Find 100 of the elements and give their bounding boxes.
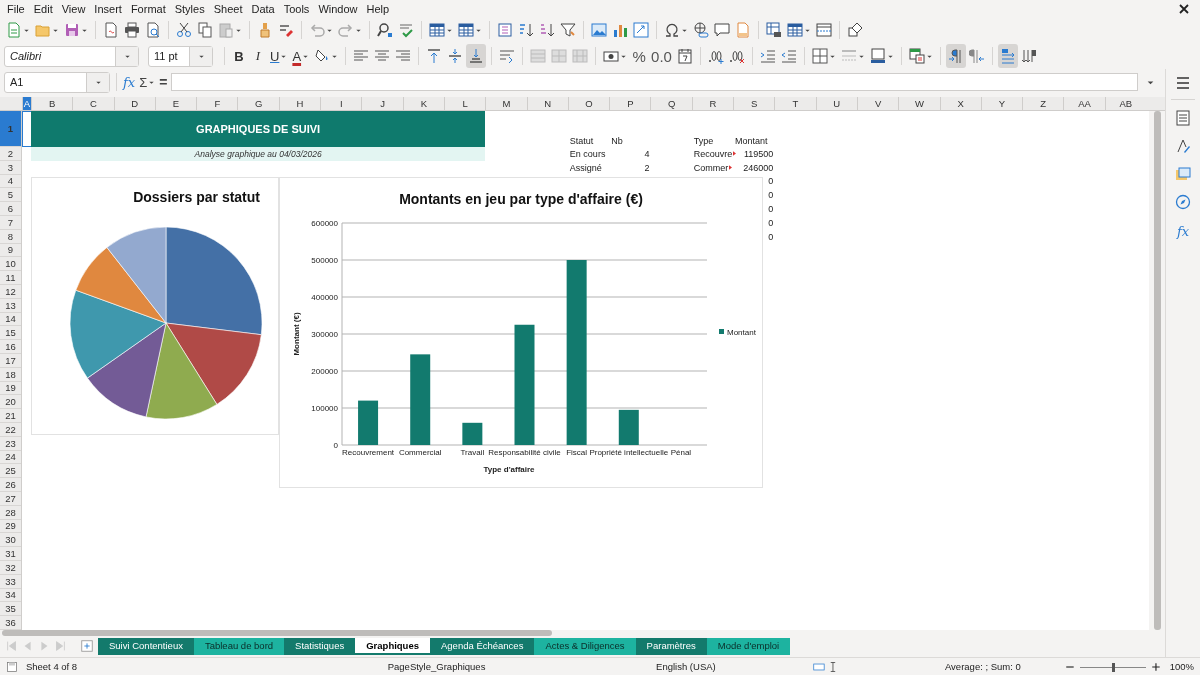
gallery-icon[interactable] — [1175, 166, 1191, 182]
row-header[interactable]: 30 — [0, 533, 21, 548]
row-header[interactable]: 9 — [0, 243, 21, 258]
row-header[interactable]: 15 — [0, 326, 21, 341]
menu-item[interactable]: Data — [248, 2, 281, 15]
row-header[interactable]: 19 — [0, 381, 21, 396]
column-header[interactable]: H — [278, 97, 321, 110]
column-header[interactable]: Z — [1022, 97, 1064, 110]
row-header[interactable]: 7 — [0, 216, 21, 230]
row-header[interactable]: 18 — [0, 367, 21, 382]
text-horizontal-button[interactable] — [997, 44, 1018, 68]
styles-icon[interactable] — [1175, 138, 1191, 154]
language[interactable]: English (USA) — [656, 661, 814, 672]
row-header[interactable]: 10 — [0, 257, 21, 272]
chart-frame[interactable] — [279, 177, 763, 488]
row-header[interactable]: 35 — [0, 602, 21, 617]
column-header[interactable]: AB — [1104, 97, 1146, 110]
function-wizard-button[interactable]: fx — [121, 70, 138, 94]
column-header[interactable]: P — [609, 97, 651, 110]
row-header[interactable]: 5 — [0, 188, 21, 203]
sheet-tab[interactable]: Statistiques — [284, 638, 356, 655]
underline-button[interactable]: U — [268, 44, 290, 68]
formula-button[interactable]: = — [157, 70, 170, 94]
menu-item[interactable]: Styles — [171, 2, 211, 15]
row-header[interactable]: 2 — [0, 147, 21, 161]
row-header[interactable]: 20 — [0, 395, 21, 410]
scrollbar-thumb[interactable] — [1153, 111, 1161, 630]
sheet-tab[interactable]: Agenda Échéances — [430, 638, 535, 655]
bold-button[interactable]: B — [230, 44, 248, 68]
zoom-slider-thumb[interactable] — [1111, 662, 1115, 672]
row-header[interactable]: 29 — [0, 519, 21, 534]
row-header[interactable]: 13 — [0, 298, 21, 313]
column-header[interactable]: A — [22, 97, 31, 110]
menu-item[interactable]: Insert — [91, 2, 128, 15]
column-header[interactable]: W — [898, 97, 940, 110]
row-header[interactable]: 26 — [0, 478, 21, 492]
ltr-button[interactable] — [945, 44, 966, 68]
row-header[interactable]: 22 — [0, 422, 21, 437]
sheet-tab[interactable]: Paramètres — [635, 638, 707, 655]
column-header[interactable]: R — [691, 97, 734, 110]
column-header[interactable]: Y — [980, 97, 1023, 110]
page-style[interactable]: PageStyle_Graphiques — [387, 661, 657, 672]
row-header[interactable]: 4 — [0, 174, 21, 189]
properties-icon[interactable] — [1175, 110, 1191, 126]
column-header[interactable]: E — [154, 97, 197, 110]
menu-item[interactable]: Help — [363, 2, 396, 15]
column-header[interactable]: O — [567, 97, 610, 110]
row-header[interactable]: 33 — [0, 574, 21, 589]
column-header[interactable]: T — [774, 97, 816, 110]
row-header[interactable]: 24 — [0, 450, 21, 465]
row-header[interactable]: 11 — [0, 271, 21, 285]
row-header[interactable]: 8 — [0, 229, 21, 244]
row-header[interactable]: 21 — [0, 409, 21, 423]
column-header[interactable]: M — [485, 97, 527, 110]
percent-button[interactable]: % — [630, 44, 649, 68]
column-header[interactable]: L — [443, 97, 486, 110]
row-header[interactable]: 12 — [0, 284, 21, 299]
navigator-icon[interactable] — [1175, 194, 1191, 210]
sheet-tab[interactable]: Graphiques — [355, 638, 430, 655]
row-header[interactable]: 3 — [0, 160, 21, 175]
column-header[interactable]: V — [856, 97, 899, 110]
menu-item[interactable]: Format — [127, 2, 172, 15]
font-color-button[interactable]: A — [290, 44, 312, 68]
add-sheet-icon[interactable] — [80, 639, 94, 653]
sum-button[interactable]: Σ — [137, 70, 158, 94]
column-header[interactable]: G — [237, 97, 279, 110]
number-format-button[interactable]: 0.0 — [649, 44, 674, 68]
column-header[interactable]: B — [31, 97, 73, 110]
column-header[interactable]: K — [402, 97, 444, 110]
sheet-tab[interactable]: Mode d'emploi — [706, 638, 791, 655]
align-bottom-button[interactable] — [466, 44, 487, 68]
row-header[interactable]: 23 — [0, 436, 21, 451]
row-header[interactable]: 32 — [0, 560, 21, 575]
row-header[interactable]: 27 — [0, 491, 21, 506]
italic-button[interactable]: I — [249, 44, 267, 68]
column-header[interactable]: J — [361, 97, 403, 110]
sheet-tab[interactable]: Actes & Diligences — [534, 638, 636, 655]
menu-item[interactable]: Edit — [30, 2, 59, 15]
menu-item[interactable]: Sheet — [210, 2, 249, 15]
row-header[interactable]: 34 — [0, 588, 21, 603]
column-header[interactable]: N — [526, 97, 568, 110]
document-icon[interactable] — [6, 660, 18, 673]
row-header[interactable]: 25 — [0, 464, 21, 479]
row-header[interactable]: 14 — [0, 312, 21, 327]
menu-item[interactable]: Tools — [280, 2, 316, 15]
column-header[interactable]: F — [196, 97, 238, 110]
row-header[interactable]: 6 — [0, 202, 21, 216]
chart-frame[interactable]: Dossiers par statut — [31, 177, 279, 435]
column-header[interactable]: D — [113, 97, 155, 110]
sheet-tab[interactable]: Suivi Contentieux — [98, 638, 194, 655]
menu-item[interactable]: Window — [315, 2, 364, 15]
menu-item[interactable]: View — [58, 2, 92, 15]
row-header[interactable]: 31 — [0, 547, 21, 561]
sheet-tab[interactable]: Tableau de bord — [193, 638, 285, 655]
row-header[interactable]: 36 — [0, 616, 21, 630]
name-box[interactable]: A1 — [4, 71, 110, 93]
functions-button[interactable]: fx — [1174, 222, 1192, 240]
row-header[interactable]: 17 — [0, 353, 21, 368]
column-header[interactable]: U — [815, 97, 857, 110]
column-header[interactable]: Q — [650, 97, 692, 110]
